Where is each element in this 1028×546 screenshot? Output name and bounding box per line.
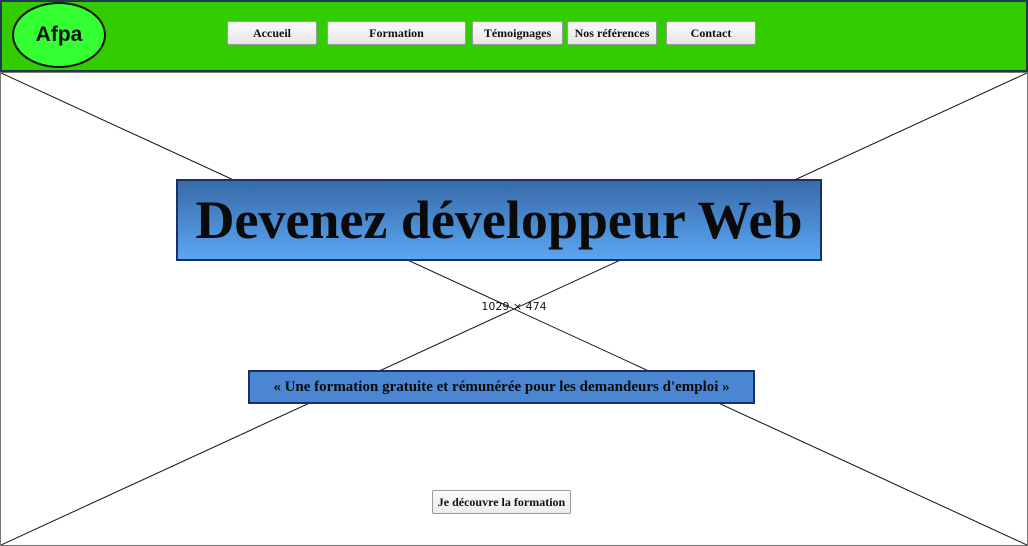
nav-button-formation[interactable]: Formation <box>327 21 466 45</box>
afpa-logo[interactable]: Afpa <box>12 2 106 68</box>
hero-subtitle: « Une formation gratuite et rémunérée po… <box>248 370 755 404</box>
site-header: Afpa Accueil Formation Témoignages Nos r… <box>0 0 1028 72</box>
nav-button-accueil[interactable]: Accueil <box>227 21 317 45</box>
hero-image-placeholder: 1029 × 474 Devenez développeur Web « Une… <box>0 72 1028 546</box>
nav-button-temoignages[interactable]: Témoignages <box>472 21 563 45</box>
hero-title: Devenez développeur Web <box>176 179 822 261</box>
discover-training-button[interactable]: Je découvre la formation <box>432 490 571 514</box>
placeholder-size-label: 1029 × 474 <box>481 300 547 313</box>
nav-button-contact[interactable]: Contact <box>666 21 756 45</box>
nav-button-nos-references[interactable]: Nos références <box>567 21 657 45</box>
